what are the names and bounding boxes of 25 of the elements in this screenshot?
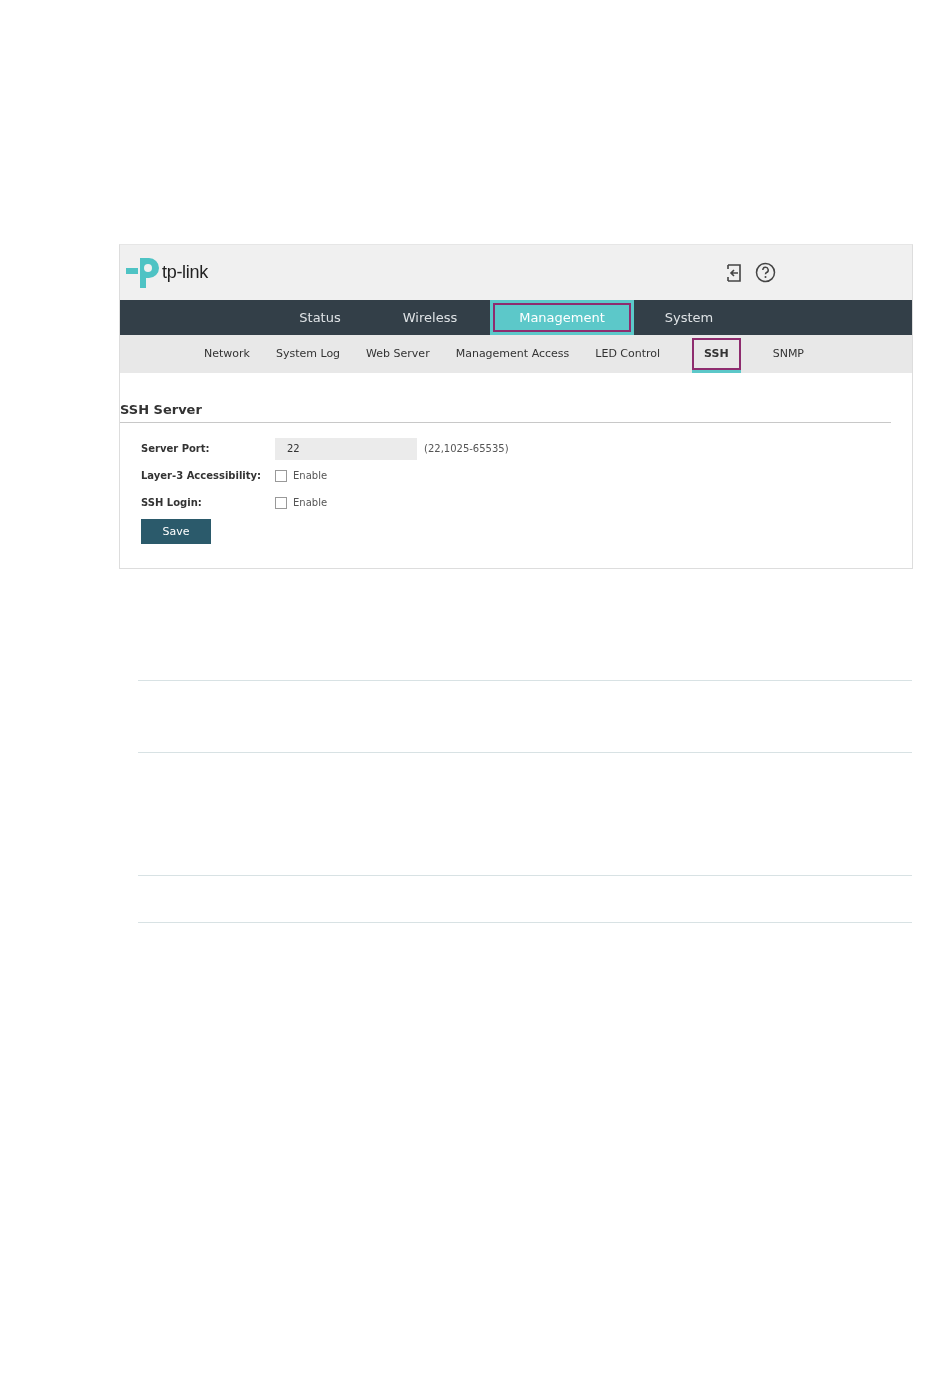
field-label: Layer-3 Accessibility: (141, 470, 263, 481)
help-icon[interactable] (755, 262, 776, 283)
checkbox-label: Enable (293, 470, 328, 481)
save-button[interactable]: Save (141, 519, 211, 544)
nav-tab[interactable]: Status (265, 300, 375, 335)
checkbox[interactable] (275, 469, 287, 482)
logout-icon[interactable] (725, 262, 743, 283)
field-label: Server Port: (141, 443, 211, 454)
range-hint: (22,1025-65535) (424, 443, 509, 454)
port-field[interactable]: 22 (275, 437, 417, 460)
field-label: SSH Login: (141, 497, 203, 508)
section-title: SSH Server (120, 402, 891, 423)
nav-tab[interactable]: Wireless (375, 300, 485, 335)
sub-tab[interactable]: SNMP (770, 340, 806, 368)
brand-name: tp-link (162, 262, 208, 283)
sub-tab[interactable]: LED Control (593, 340, 663, 368)
sub-tab[interactable]: System Log (273, 340, 343, 368)
nav-tab[interactable]: System (634, 300, 744, 335)
sub-tab[interactable]: Web Server (364, 340, 432, 368)
sub-tab[interactable]: Network (202, 340, 252, 368)
logo-icon (126, 255, 160, 290)
checkbox[interactable] (275, 496, 287, 509)
sub-tab[interactable]: Management Access (453, 340, 572, 368)
checkbox-label: Enable (293, 497, 328, 508)
sub-tab[interactable]: SSH (692, 338, 741, 370)
